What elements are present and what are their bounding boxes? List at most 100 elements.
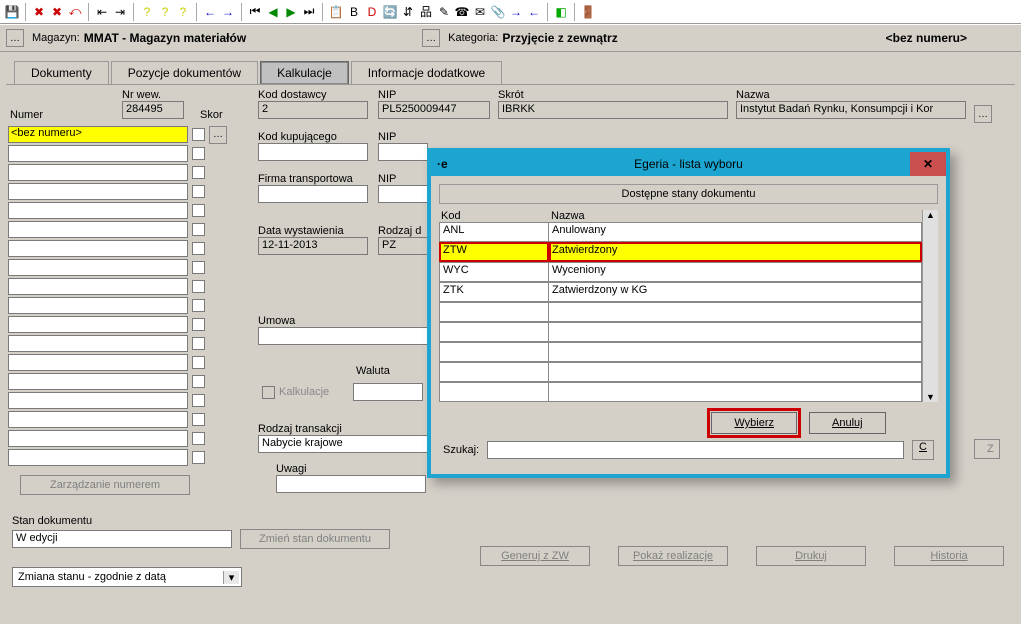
wybierz-button[interactable]: Wybierz — [711, 412, 797, 434]
del-row-icon[interactable]: ✖ — [31, 4, 47, 20]
anuluj-button[interactable]: Anuluj — [809, 412, 886, 434]
numer-row-13[interactable] — [8, 373, 188, 390]
skor-check-9[interactable] — [192, 299, 205, 312]
phone-icon[interactable]: ☎ — [454, 4, 470, 20]
col-right-icon[interactable]: ⇥ — [112, 4, 128, 20]
chevron-down-icon[interactable]: ▾ — [223, 571, 239, 584]
tree2-icon[interactable]: 品 — [418, 4, 434, 20]
z-button[interactable]: Z — [974, 439, 1000, 459]
tab-kalkulacje[interactable]: Kalkulacje — [260, 61, 349, 84]
arr-right2-icon[interactable]: ← — [526, 4, 542, 20]
numer-row-4[interactable] — [8, 202, 188, 219]
numer-row-6[interactable] — [8, 240, 188, 257]
modal-scrollbar[interactable]: ▲ ▼ — [922, 210, 938, 402]
drukuj-button[interactable]: Drukuj — [756, 546, 866, 566]
arr-left2-icon[interactable]: → — [508, 4, 524, 20]
skor-check-11[interactable] — [192, 337, 205, 350]
red-d-icon[interactable]: D — [364, 4, 380, 20]
umowa-field[interactable] — [258, 327, 428, 345]
skor-check-1[interactable] — [192, 147, 205, 160]
szukaj-input[interactable] — [487, 441, 904, 459]
numer-row-3[interactable] — [8, 183, 188, 200]
numer-row-11[interactable] — [8, 335, 188, 352]
numer-row-7[interactable] — [8, 259, 188, 276]
refresh-icon[interactable]: 🔄 — [382, 4, 398, 20]
kod-kup-field[interactable] — [258, 143, 368, 161]
numer-row-15[interactable] — [8, 411, 188, 428]
nav-right-icon[interactable]: → — [220, 4, 236, 20]
skor-check-10[interactable] — [192, 318, 205, 331]
nip-field[interactable]: PL5250009447 — [378, 101, 490, 119]
copy-icon[interactable]: 📋 — [328, 4, 344, 20]
zmien-stan-button[interactable]: Zmień stan dokumentu — [240, 529, 390, 549]
skor-check-8[interactable] — [192, 280, 205, 293]
header-dots2[interactable]: … — [422, 29, 440, 47]
nip2-field[interactable] — [378, 143, 428, 161]
tab-pozycje[interactable]: Pozycje dokumentów — [111, 61, 258, 84]
scroll-up-icon[interactable]: ▲ — [926, 210, 935, 220]
skor-check-5[interactable] — [192, 223, 205, 236]
waluta-field[interactable] — [353, 383, 423, 401]
numer-row-2[interactable] — [8, 164, 188, 181]
pokaz-button[interactable]: Pokaż realizacje — [618, 546, 728, 566]
first-icon[interactable]: ⏮ — [247, 4, 263, 20]
numer-row-14[interactable] — [8, 392, 188, 409]
edit-icon[interactable]: ✎ — [436, 4, 452, 20]
close-icon[interactable]: ✕ — [910, 152, 946, 176]
numer-row-0[interactable]: <bez numeru> — [8, 126, 188, 143]
stan-combo[interactable]: Zmiana stanu - zgodnie z datą ▾ — [12, 567, 242, 587]
numer-row-17[interactable] — [8, 449, 188, 466]
skor-check-14[interactable] — [192, 394, 205, 407]
data-wyst-field[interactable]: 12-11-2013 — [258, 237, 368, 255]
numer-row-10[interactable] — [8, 316, 188, 333]
nav-left-icon[interactable]: ← — [202, 4, 218, 20]
skor-check-7[interactable] — [192, 261, 205, 274]
scroll-down-icon[interactable]: ▼ — [926, 392, 935, 402]
mail-icon[interactable]: ✉ — [472, 4, 488, 20]
undo-icon[interactable]: ⤺ — [67, 4, 83, 20]
c-button[interactable]: C — [912, 440, 934, 460]
numer-row-8[interactable] — [8, 278, 188, 295]
uwagi-field[interactable] — [276, 475, 426, 493]
skor-check-6[interactable] — [192, 242, 205, 255]
stan-field[interactable]: W edycji — [12, 530, 232, 548]
tab-informacje[interactable]: Informacje dodatkowe — [351, 61, 502, 84]
numer-row-5[interactable] — [8, 221, 188, 238]
skor-check-0[interactable] — [192, 128, 205, 141]
header-dots1[interactable]: … — [6, 29, 24, 47]
zarzadzanie-button[interactable]: Zarządzanie numerem — [20, 475, 190, 495]
skor-check-12[interactable] — [192, 356, 205, 369]
numer-row-16[interactable] — [8, 430, 188, 447]
skor-check-4[interactable] — [192, 204, 205, 217]
numer-row-9[interactable] — [8, 297, 188, 314]
rodz-trans-field[interactable]: Nabycie krajowe — [258, 435, 428, 453]
help1-icon[interactable]: ? — [157, 4, 173, 20]
green-icon[interactable]: ◧ — [553, 4, 569, 20]
skor-check-17[interactable] — [192, 451, 205, 464]
skrot-field[interactable]: IBRKK — [498, 101, 728, 119]
firma-tr-field[interactable] — [258, 185, 368, 203]
numer-row-1[interactable] — [8, 145, 188, 162]
help2-icon[interactable]: ? — [175, 4, 191, 20]
numer-row-12[interactable] — [8, 354, 188, 371]
del-sel-icon[interactable]: ✖ — [49, 4, 65, 20]
tree1-icon[interactable]: ⇵ — [400, 4, 416, 20]
col-left-icon[interactable]: ⇤ — [94, 4, 110, 20]
skor-check-13[interactable] — [192, 375, 205, 388]
skor-check-3[interactable] — [192, 185, 205, 198]
tab-dokumenty[interactable]: Dokumenty — [14, 61, 109, 84]
nazwa-field[interactable]: Instytut Badań Rynku, Konsumpcji i Kor — [736, 101, 966, 119]
find-icon[interactable]: ? — [139, 4, 155, 20]
kalkulacje-check[interactable] — [262, 386, 275, 399]
last-icon[interactable]: ⏭ — [301, 4, 317, 20]
skor-check-16[interactable] — [192, 432, 205, 445]
bold-icon[interactable]: B — [346, 4, 362, 20]
save-icon[interactable]: 💾 — [4, 4, 20, 20]
historia-button[interactable]: Historia — [894, 546, 1004, 566]
rodzaj-field[interactable]: PZ — [378, 237, 428, 255]
kod-dost-field[interactable]: 2 — [258, 101, 368, 119]
clip-icon[interactable]: 📎 — [490, 4, 506, 20]
nip3-field[interactable] — [378, 185, 428, 203]
prev-icon[interactable]: ◀ — [265, 4, 281, 20]
nazwa-dots[interactable]: … — [974, 105, 992, 123]
